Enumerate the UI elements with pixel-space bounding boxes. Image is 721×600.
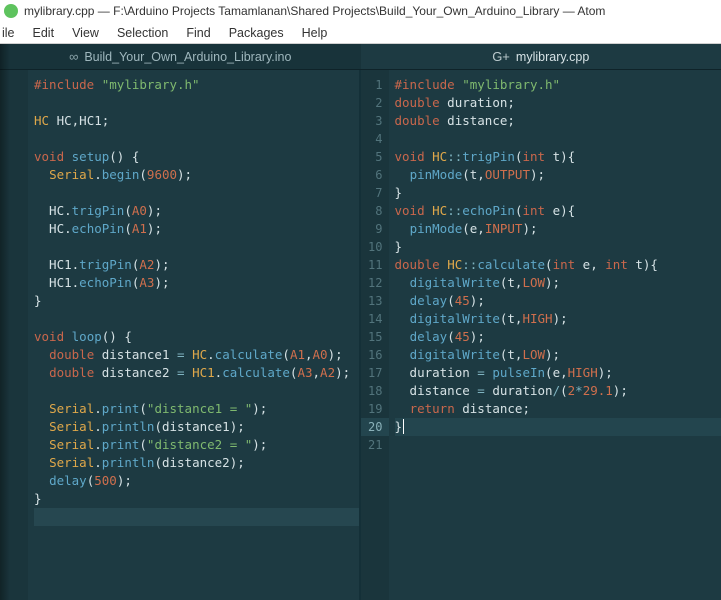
tab-ino[interactable]: ∞ Build_Your_Own_Arduino_Library.ino [0, 44, 361, 69]
tab-cpp[interactable]: G+ mylibrary.cpp [361, 44, 721, 69]
tab-ino-label: Build_Your_Own_Arduino_Library.ino [84, 50, 291, 64]
line-gutter-left [0, 70, 28, 600]
code-area-left[interactable]: #include "mylibrary.h"HC HC,HC1;void set… [28, 70, 359, 600]
window-title: mylibrary.cpp — F:\Arduino Projects Tama… [24, 4, 605, 18]
menu-packages[interactable]: Packages [220, 24, 293, 42]
menu-view[interactable]: View [63, 24, 108, 42]
editor-pane-left[interactable]: #include "mylibrary.h"HC HC,HC1;void set… [0, 70, 361, 600]
editor-pane-right[interactable]: 123456789101112131415161718192021 #inclu… [361, 70, 721, 600]
editor-split: #include "mylibrary.h"HC HC,HC1;void set… [0, 70, 721, 600]
menu-edit[interactable]: Edit [24, 24, 64, 42]
tab-cpp-label: mylibrary.cpp [516, 50, 589, 64]
menu-file[interactable]: ile [0, 24, 24, 42]
tab-bar: ∞ Build_Your_Own_Arduino_Library.ino G+ … [0, 44, 721, 70]
cpp-icon: G+ [492, 49, 510, 64]
menu-bar: ile Edit View Selection Find Packages He… [0, 22, 721, 44]
menu-find[interactable]: Find [177, 24, 219, 42]
line-gutter-right: 123456789101112131415161718192021 [361, 70, 389, 600]
code-area-right[interactable]: #include "mylibrary.h"double duration;do… [389, 70, 721, 600]
arduino-icon: ∞ [69, 49, 78, 64]
window-titlebar: mylibrary.cpp — F:\Arduino Projects Tama… [0, 0, 721, 22]
menu-selection[interactable]: Selection [108, 24, 177, 42]
menu-help[interactable]: Help [293, 24, 337, 42]
atom-icon [4, 4, 18, 18]
